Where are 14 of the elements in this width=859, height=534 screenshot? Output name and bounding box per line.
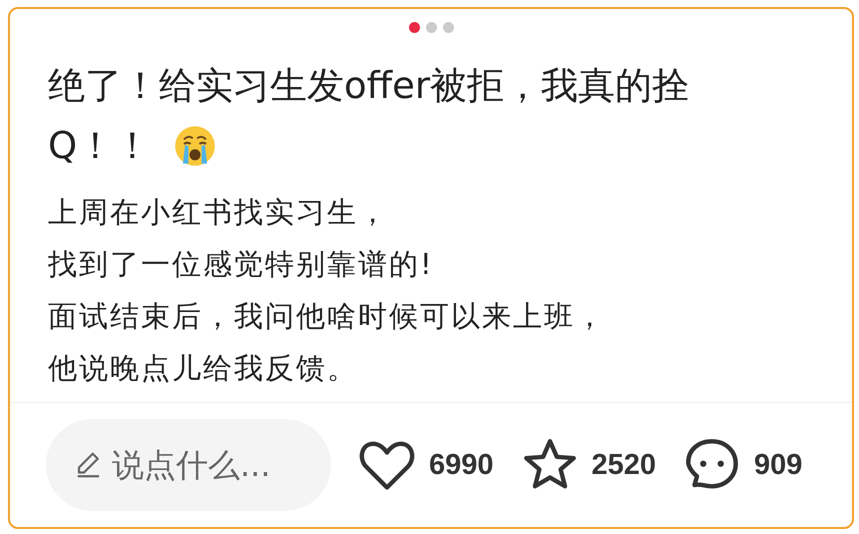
action-count: 6990 — [429, 448, 494, 482]
crying-emoji-icon — [173, 124, 218, 168]
action-count: 909 — [754, 448, 802, 482]
post-title: Q！！ — [48, 123, 152, 169]
post-text: 上周在小红书找实习生， — [48, 194, 390, 231]
post-text: 找到了一位感觉特别靠谱的! — [48, 246, 435, 283]
page-dot[interactable] — [408, 22, 420, 33]
post-title: 绝了！给实习生发offer被拒，我真的拴 — [48, 63, 690, 109]
post-text: 面试结束后，我问他啥时候可以来上班， — [48, 298, 607, 335]
comment-field[interactable]: 说点什么... — [46, 419, 331, 511]
page-dot[interactable] — [426, 22, 436, 33]
page-dot[interactable] — [442, 22, 454, 33]
post-text: 他说晚点儿给我反馈。 — [48, 350, 359, 387]
action-count: 2520 — [592, 448, 656, 482]
